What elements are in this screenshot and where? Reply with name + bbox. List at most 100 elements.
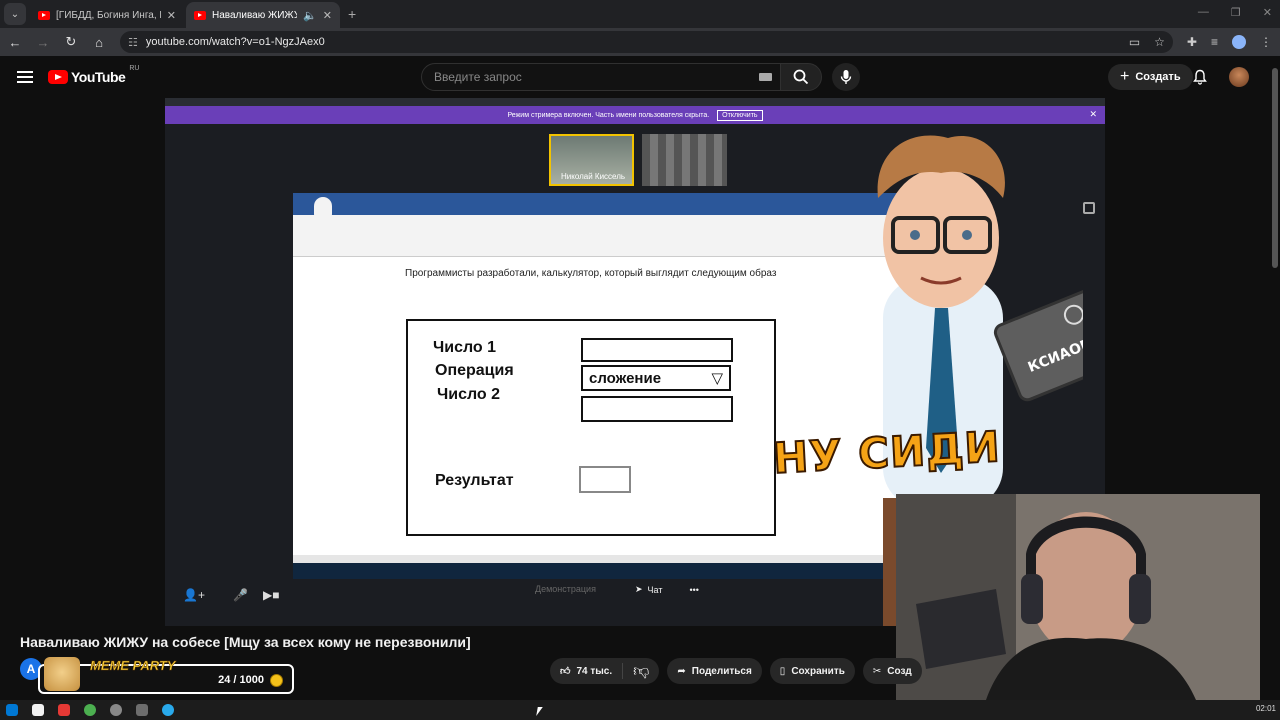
meeting-window-titlebar [165,98,1105,106]
screen-share-button[interactable]: Демонстрация [535,584,596,594]
like-count: 74 тыс. [576,665,613,677]
create-label: Создать [1135,71,1181,83]
app-icon[interactable] [110,704,122,716]
share-button[interactable]: ➦ Поделиться [667,658,762,684]
meme-party-count: 24 / 1000 [218,674,264,686]
logo-text: YouTube [71,69,126,85]
number-2-field [581,396,733,422]
like-button[interactable]: 👍︎ 74 тыс. [550,663,624,679]
voice-search-button[interactable] [832,63,860,91]
minimize-icon[interactable]: — [1198,6,1209,19]
cast-icon[interactable]: ▭ [1129,35,1140,49]
face-shape [883,168,999,308]
address-bar-row: ← → ↻ ⌂ ☷ youtube.com/watch?v=o1-NgzJAex… [0,28,1280,56]
video-title: Наваливаю ЖИЖУ на собесе [Мщу за всех ко… [20,634,471,650]
participant-strip: Николай Киссель [549,134,727,186]
operation-value: сложение [589,369,662,387]
share-label: Поделиться [691,665,752,677]
url-field[interactable]: ☷ youtube.com/watch?v=o1-NgzJAex0 ▭ ☆ [120,31,1173,53]
calculator-mockup: Число 1 Операция Число 2 Результат сложе… [406,319,776,536]
close-tab-icon[interactable]: ✕ [323,9,332,22]
taskbar-clock: 02:01 [1255,704,1276,713]
windows-start-icon[interactable] [6,704,18,716]
clip-button[interactable]: ✂ Созд [862,658,922,684]
banner-close-icon[interactable]: ✕ [1089,109,1097,120]
search-input[interactable]: Введите запрос [421,63,781,91]
fullscreen-expand-icon[interactable] [1083,202,1095,214]
chat-button[interactable]: ➤ Чат ••• [635,584,699,595]
plus-icon: + [1120,68,1130,85]
menu-icon[interactable] [17,71,33,83]
label-operation: Операция [435,362,514,379]
participant-name: Николай Киссель [561,172,626,181]
region-code: RU [129,65,140,72]
label-result: Результат [435,472,514,489]
browser-tab-1[interactable]: [ГИБДД, Богиня Инга, Полная ✕ [30,2,184,28]
speaker-icon[interactable]: 🔈 [303,9,317,22]
notifications-bell-icon[interactable] [1192,69,1208,85]
obs-icon[interactable] [136,704,148,716]
screen-share-label: Демонстрация [535,584,596,594]
operation-select: сложение ▽ [581,365,731,391]
yandex-icon[interactable] [58,704,70,716]
back-icon[interactable]: ← [8,35,22,50]
tab-search-button[interactable]: ⌄ [4,3,26,25]
share-arrow-icon: ➦ [677,665,686,677]
like-dislike-group: 👍︎ 74 тыс. 👎︎ [550,658,660,684]
microphone-icon [840,70,852,84]
browser-tab-2[interactable]: Наваливаю ЖИЖУ на собе 🔈 ✕ [186,2,340,28]
add-participant-icon[interactable]: 👤+ [183,588,205,602]
reading-list-icon[interactable]: ≡ [1211,35,1218,49]
thumbs-up-icon: 👍︎ [560,666,571,677]
youtube-header: YouTube RU Введите запрос + Создать [0,56,1270,98]
youtube-favicon-icon [194,10,206,20]
site-info-icon[interactable]: ☷ [128,36,138,49]
doge-icon [44,657,80,691]
tab-title: Наваливаю ЖИЖУ на собе [212,9,298,21]
disable-streamer-button[interactable]: Отключить [717,109,763,121]
dropdown-arrow-icon: ▽ [711,370,723,387]
save-button[interactable]: ▯ Сохранить [769,658,855,684]
participant-tile: Николай Киссель [549,134,634,186]
search-button[interactable] [780,63,822,91]
bookmark-star-icon[interactable]: ☆ [1154,35,1165,49]
create-button[interactable]: + Создать [1108,64,1193,90]
scrollbar-thumb[interactable] [1272,68,1278,268]
reload-icon[interactable]: ↻ [64,34,78,50]
windows-taskbar [0,700,1280,720]
microphone-control-icon[interactable]: 🎤 [233,588,248,602]
save-label: Сохранить [791,665,845,677]
user-avatar[interactable] [1229,67,1249,87]
youtube-logo[interactable]: YouTube RU [48,65,139,85]
participant-tile-blurred [642,134,727,186]
dislike-button[interactable]: 👎︎ [623,662,659,681]
close-window-icon[interactable]: ✕ [1263,6,1272,19]
yandex-browser-icon[interactable] [32,704,44,716]
profile-icon[interactable] [1232,35,1246,49]
new-tab-button[interactable]: + [348,6,356,22]
keyboard-icon[interactable] [759,73,772,81]
label-number-2: Число 2 [437,386,501,403]
chrome-icon[interactable] [84,704,96,716]
result-field [579,466,631,493]
extensions-icon[interactable]: ✚ [1187,35,1197,49]
telegram-icon[interactable] [162,704,174,716]
home-icon[interactable]: ⌂ [92,35,106,50]
chat-icon: ➤ [635,584,643,594]
close-tab-icon[interactable]: ✕ [167,9,176,22]
maximize-icon[interactable]: ❐ [1231,6,1241,19]
camera-control-icon[interactable]: ▶■ [263,588,279,602]
number-1-field [581,338,733,362]
more-options-icon[interactable]: ••• [689,585,698,595]
clip-label: Созд [887,665,912,677]
window-controls: — ❐ ✕ [1198,6,1272,19]
forward-icon[interactable]: → [36,35,50,50]
document-intro-text: Программисты разработали, калькулятор, к… [405,268,777,279]
page-scrollbar[interactable] [1272,60,1278,700]
video-actions: 👍︎ 74 тыс. 👎︎ ➦ Поделиться ▯ Сохранить ✂… [550,658,922,684]
browser-menu-icon[interactable]: ⋮ [1260,35,1272,49]
streamer-mode-banner: Режим стримера включен. Часть имени поль… [165,106,1105,124]
coin-icon [270,674,283,687]
label-number-1: Число 1 [433,339,497,356]
url-text: youtube.com/watch?v=o1-NgzJAex0 [145,36,325,48]
